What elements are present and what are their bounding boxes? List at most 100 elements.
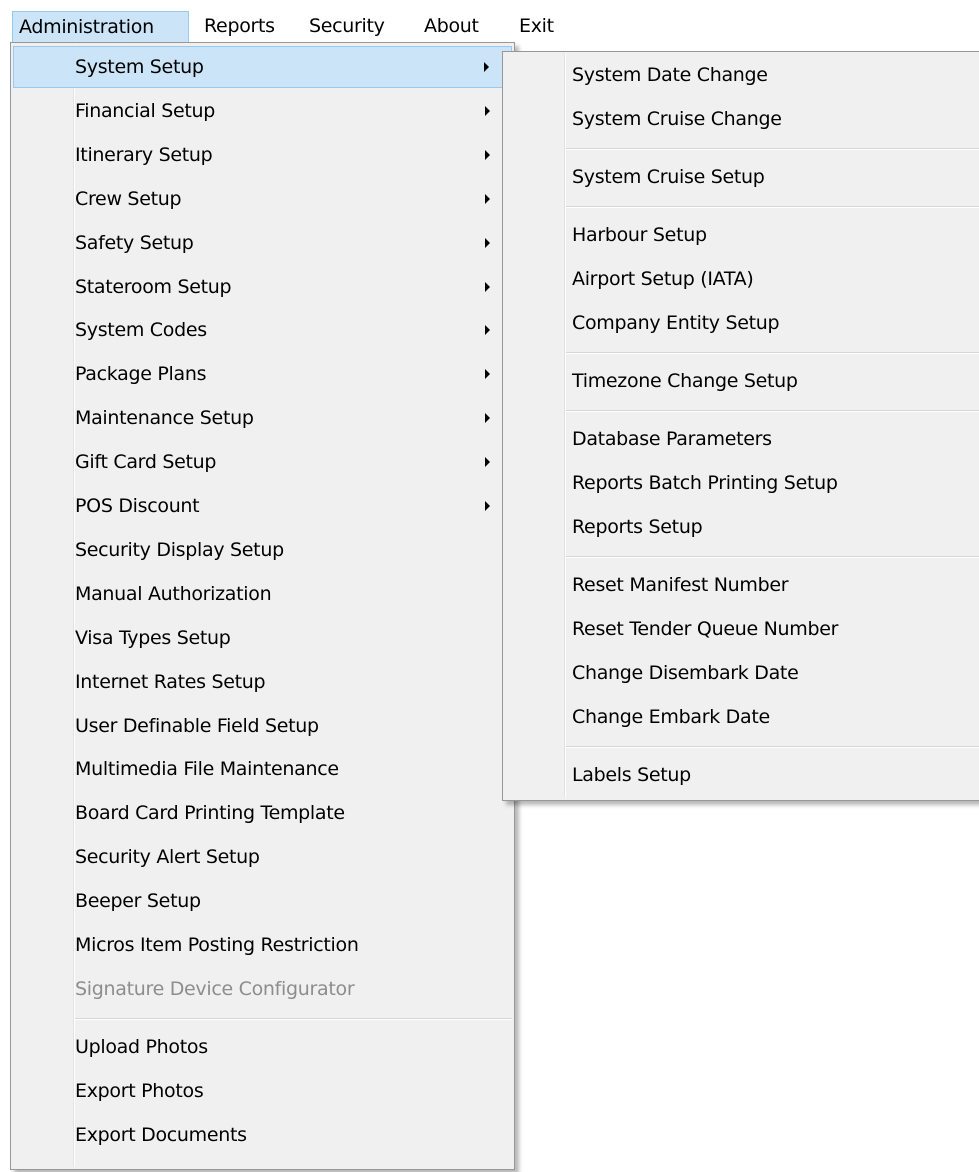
menu-bar: Administration Reports Security About Exit: [0, 0, 979, 42]
menubar-item-exit[interactable]: Exit: [513, 11, 563, 42]
admin-menu-item-label: Signature Device Configurator: [75, 977, 355, 1000]
admin-menu-item-package-plans[interactable]: Package Plans: [13, 353, 512, 395]
admin-menu-item-manual-authorization[interactable]: Manual Authorization: [13, 573, 512, 615]
admin-menu-separator: [75, 1017, 512, 1020]
system-setup-item-label: Company Entity Setup: [572, 312, 780, 334]
system-setup-item-labels-setup[interactable]: Labels Setup: [505, 754, 979, 796]
system-setup-item-system-cruise-setup[interactable]: System Cruise Setup: [505, 156, 979, 198]
submenu-arrow-icon: [485, 369, 490, 380]
system-setup-item-reset-manifest-number[interactable]: Reset Manifest Number: [505, 564, 979, 606]
admin-menu-item-label: System Setup: [75, 56, 204, 78]
submenu-arrow-icon: [485, 149, 490, 160]
admin-menu-item-export-photos[interactable]: Export Photos: [13, 1070, 512, 1112]
admin-menu-item-label: Safety Setup: [75, 231, 194, 254]
submenu-arrow-icon: [485, 237, 490, 248]
submenu-arrow-icon: [485, 413, 490, 424]
admin-menu-item-label: Beeper Setup: [75, 890, 201, 913]
submenu-arrow-icon: [484, 62, 489, 72]
menubar-item-reports[interactable]: Reports: [198, 11, 293, 42]
system-setup-item-reports-setup[interactable]: Reports Setup: [505, 506, 979, 548]
system-setup-item-change-disembark-date[interactable]: Change Disembark Date: [505, 652, 979, 694]
system-setup-item-database-parameters[interactable]: Database Parameters: [505, 418, 979, 460]
admin-menu-item-gift-card-setup[interactable]: Gift Card Setup: [13, 441, 512, 483]
system-setup-item-label: Reports Batch Printing Setup: [572, 472, 838, 494]
admin-menu-item-visa-types-setup[interactable]: Visa Types Setup: [13, 617, 512, 659]
system-setup-item-harbour-setup[interactable]: Harbour Setup: [505, 214, 979, 256]
system-setup-item-label: System Cruise Change: [572, 108, 782, 130]
admin-menu-item-label: System Codes: [75, 319, 207, 342]
admin-menu-item-maintenance-setup[interactable]: Maintenance Setup: [13, 397, 512, 439]
admin-menu-item-system-codes[interactable]: System Codes: [13, 309, 512, 351]
system-setup-item-reports-batch-printing-setup[interactable]: Reports Batch Printing Setup: [505, 462, 979, 504]
admin-menu-item-label: Export Photos: [75, 1079, 204, 1102]
system-setup-separator: [566, 556, 979, 558]
admin-menu-item-label: Board Card Printing Template: [75, 802, 345, 825]
admin-menu-item-label: Visa Types Setup: [75, 626, 231, 649]
system-setup-item-label: Airport Setup (IATA): [572, 268, 754, 290]
admin-menu-item-label: Security Alert Setup: [75, 846, 260, 869]
system-setup-submenu: System Date Change System Cruise Change Sy…: [502, 51, 979, 801]
admin-menu-item-export-documents[interactable]: Export Documents: [13, 1114, 512, 1156]
admin-menu-item-label: Maintenance Setup: [75, 407, 254, 430]
system-setup-item-system-date-change[interactable]: System Date Change: [505, 54, 979, 96]
admin-menu-item-security-display-setup[interactable]: Security Display Setup: [13, 529, 512, 571]
admin-menu-item-label: POS Discount: [75, 495, 200, 517]
administration-menu: System Setup Financial Setup Itinerary Set…: [10, 42, 515, 1170]
submenu-arrow-icon: [485, 281, 490, 292]
admin-menu-item-internet-rates-setup[interactable]: Internet Rates Setup: [13, 661, 512, 703]
system-setup-item-system-cruise-change[interactable]: System Cruise Change: [505, 98, 979, 140]
system-setup-item-label: System Date Change: [572, 64, 768, 86]
system-setup-item-reset-tender-queue-number[interactable]: Reset Tender Queue Number: [505, 608, 979, 650]
admin-menu-item-itinerary-setup[interactable]: Itinerary Setup: [13, 134, 512, 176]
admin-menu-item-label: Security Display Setup: [75, 538, 284, 561]
admin-menu-item-label: Manual Authorization: [75, 582, 272, 605]
menubar-item-administration[interactable]: Administration: [12, 11, 189, 42]
system-setup-item-label: Labels Setup: [572, 764, 691, 786]
admin-menu-item-signature-device-configurator: Signature Device Configurator: [13, 968, 512, 1010]
admin-menu-item-safety-setup[interactable]: Safety Setup: [13, 222, 512, 264]
admin-menu-item-stateroom-setup[interactable]: Stateroom Setup: [13, 266, 512, 308]
system-setup-item-label: Change Embark Date: [572, 706, 770, 728]
admin-menu-item-label: Upload Photos: [75, 1035, 208, 1058]
system-setup-item-label: System Cruise Setup: [572, 166, 765, 188]
admin-menu-item-label: Package Plans: [75, 363, 207, 386]
admin-menu-item-label: Financial Setup: [75, 99, 216, 122]
system-setup-item-label: Reset Manifest Number: [572, 574, 789, 596]
admin-menu-item-pos-discount[interactable]: POS Discount: [13, 485, 512, 527]
admin-menu-item-micros-item-posting-restriction[interactable]: Micros Item Posting Restriction: [13, 924, 512, 966]
admin-menu-item-label: Stateroom Setup: [75, 275, 232, 298]
admin-menu-item-label: Crew Setup: [75, 187, 182, 210]
system-setup-separator: [566, 410, 979, 412]
admin-menu-item-board-card-printing-template[interactable]: Board Card Printing Template: [13, 792, 512, 834]
system-setup-item-label: Reset Tender Queue Number: [572, 618, 839, 640]
admin-menu-item-multimedia-file-maintenance[interactable]: Multimedia File Maintenance: [13, 748, 512, 790]
menubar-item-security[interactable]: Security: [303, 11, 408, 42]
system-setup-separator: [566, 746, 979, 748]
submenu-arrow-icon: [485, 105, 490, 116]
admin-menu-item-label: Micros Item Posting Restriction: [75, 934, 359, 956]
system-setup-item-timezone-change-setup[interactable]: Timezone Change Setup: [505, 360, 979, 402]
system-setup-item-label: Timezone Change Setup: [572, 370, 798, 392]
system-setup-item-label: Harbour Setup: [572, 224, 707, 246]
admin-menu-item-financial-setup[interactable]: Financial Setup: [13, 90, 512, 132]
admin-menu-item-system-setup[interactable]: System Setup: [13, 46, 512, 88]
system-setup-item-company-entity-setup[interactable]: Company Entity Setup: [505, 302, 979, 344]
menubar-item-about[interactable]: About: [418, 11, 503, 42]
system-setup-item-label: Reports Setup: [572, 516, 703, 538]
system-setup-item-label: Database Parameters: [572, 428, 772, 450]
system-setup-item-airport-setup-iata[interactable]: Airport Setup (IATA): [505, 258, 979, 300]
admin-menu-item-upload-photos[interactable]: Upload Photos: [13, 1026, 512, 1068]
system-setup-item-change-embark-date[interactable]: Change Embark Date: [505, 696, 979, 738]
system-setup-separator: [566, 352, 979, 354]
system-setup-item-label: Change Disembark Date: [572, 662, 799, 684]
admin-menu-item-label: Internet Rates Setup: [75, 670, 266, 693]
admin-menu-item-security-alert-setup[interactable]: Security Alert Setup: [13, 836, 512, 878]
submenu-arrow-icon: [485, 457, 490, 468]
submenu-arrow-icon: [485, 501, 490, 511]
admin-menu-item-beeper-setup[interactable]: Beeper Setup: [13, 880, 512, 922]
admin-menu-item-crew-setup[interactable]: Crew Setup: [13, 178, 512, 220]
admin-menu-item-user-definable-field-setup[interactable]: User Definable Field Setup: [13, 705, 512, 747]
submenu-arrow-icon: [485, 325, 490, 336]
admin-menu-item-label: User Definable Field Setup: [75, 714, 319, 737]
system-setup-separator: [566, 148, 979, 150]
